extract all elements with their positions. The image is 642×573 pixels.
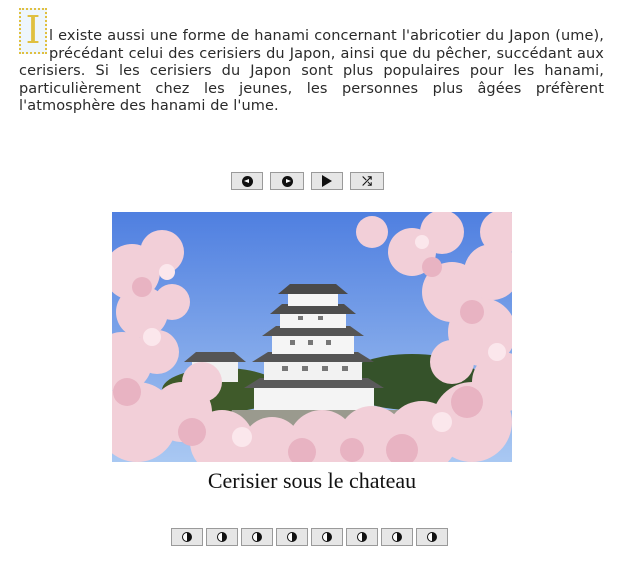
previous-button[interactable] bbox=[231, 172, 263, 190]
play-button[interactable] bbox=[311, 172, 343, 190]
slide-dot-button[interactable] bbox=[206, 528, 238, 546]
shuffle-icon: ⤮ bbox=[362, 174, 372, 188]
dropcap-letter: I bbox=[19, 8, 47, 54]
slide-dot-button[interactable] bbox=[276, 528, 308, 546]
half-circle-icon bbox=[182, 532, 192, 542]
slide-dot-button[interactable] bbox=[381, 528, 413, 546]
slide-dot-button[interactable] bbox=[171, 528, 203, 546]
slide-dot-button[interactable] bbox=[311, 528, 343, 546]
slideshow-controls: ⤮ bbox=[231, 172, 384, 190]
article-text: Il existe aussi une forme de hanami conc… bbox=[19, 8, 604, 116]
article-paragraph: l existe aussi une forme de hanami conce… bbox=[19, 28, 604, 115]
half-circle-icon bbox=[392, 532, 402, 542]
half-circle-icon bbox=[287, 532, 297, 542]
slide-dots bbox=[171, 528, 448, 546]
half-circle-icon bbox=[357, 532, 367, 542]
shuffle-button[interactable]: ⤮ bbox=[350, 172, 384, 190]
slide-image bbox=[112, 212, 512, 462]
slide-caption: Cerisier sous le chateau bbox=[207, 468, 417, 493]
half-circle-icon bbox=[217, 532, 227, 542]
half-circle-icon bbox=[427, 532, 437, 542]
half-circle-icon bbox=[252, 532, 262, 542]
slide-dot-button[interactable] bbox=[241, 528, 273, 546]
play-icon bbox=[322, 175, 332, 187]
slide-dot-button[interactable] bbox=[346, 528, 378, 546]
next-button[interactable] bbox=[270, 172, 304, 190]
slide-dot-button[interactable] bbox=[416, 528, 448, 546]
half-circle-icon bbox=[322, 532, 332, 542]
arrow-left-circle-icon bbox=[241, 175, 253, 187]
arrow-right-circle-icon bbox=[281, 175, 293, 187]
